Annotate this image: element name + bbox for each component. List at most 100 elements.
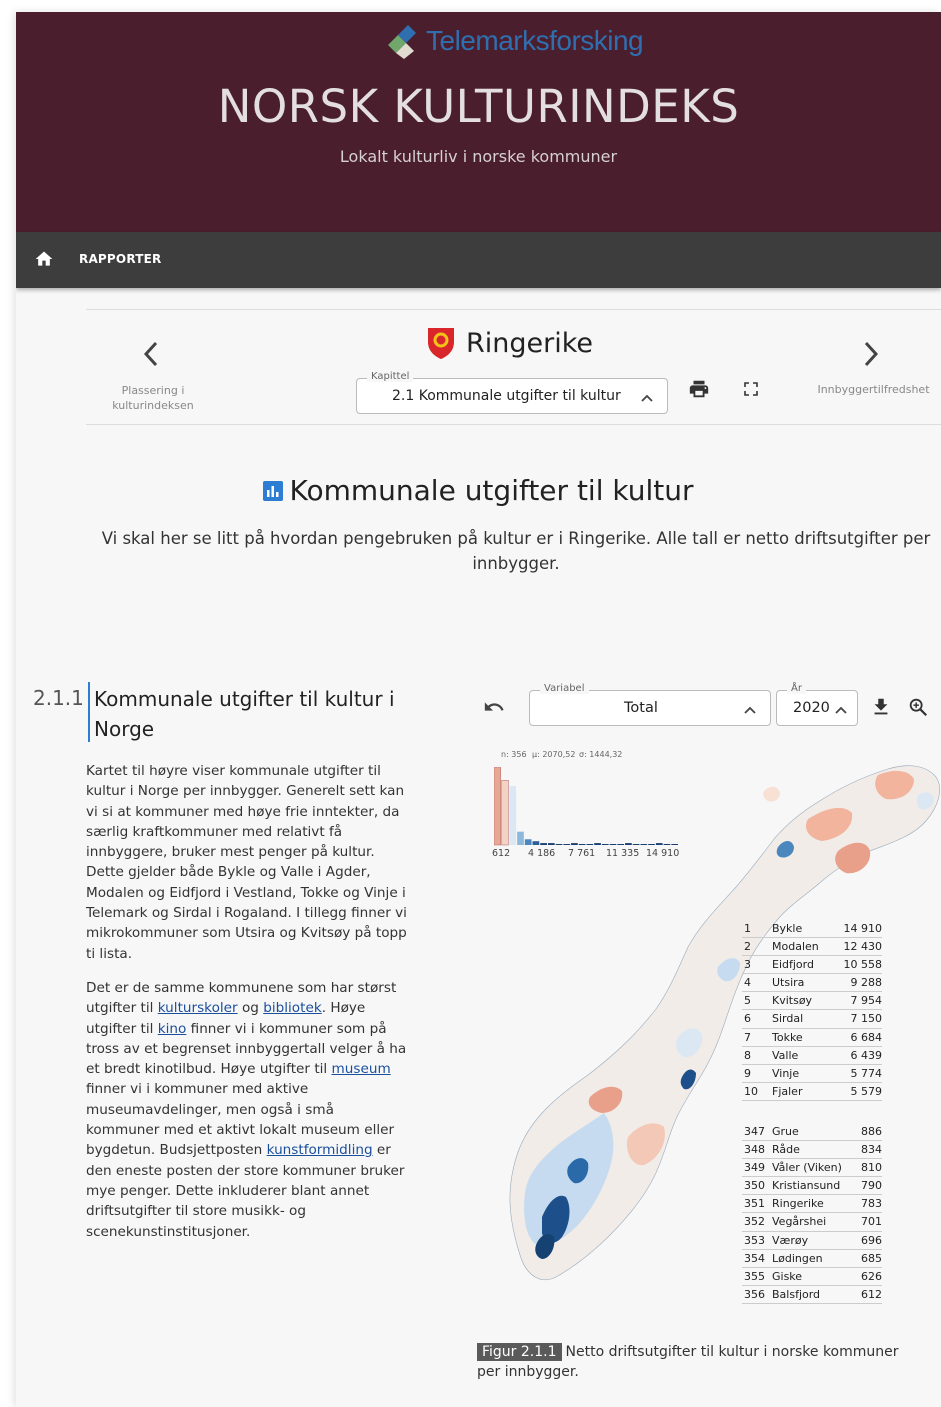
rank-row: 8 Valle 6 439 xyxy=(742,1047,882,1065)
rank-rank: 6 xyxy=(744,1012,751,1026)
rank-row: 356 Balsfjord 612 xyxy=(742,1286,882,1304)
rank-value: 12 430 xyxy=(843,940,883,954)
rank-value: 612 xyxy=(861,1287,882,1301)
chapter-intro: Vi skal her se litt på hvordan pengebruk… xyxy=(101,529,931,573)
kulturskoler-link[interactable]: kulturskoler xyxy=(158,1000,238,1016)
bottom10-ranking-table: 347 Grue 886 348 Råde 834 349 Våler (Viken) 810 3… xyxy=(742,1123,882,1304)
rank-name: Fjaler xyxy=(772,1084,803,1098)
rank-rank: 8 xyxy=(744,1048,751,1062)
rank-name: Ringerike xyxy=(772,1197,824,1211)
home-icon[interactable] xyxy=(34,249,54,269)
telemarksforsking-logo[interactable]: Telemarksforsking xyxy=(384,22,644,60)
rank-row: 6 Sirdal 7 150 xyxy=(742,1010,882,1029)
chevron-up-icon xyxy=(641,394,653,402)
kunstformidling-link[interactable]: kunstformidling xyxy=(267,1142,373,1158)
rank-value: 783 xyxy=(861,1197,882,1211)
site-banner: Telemarksforsking NORSK KULTURINDEKS Lok… xyxy=(16,12,941,232)
rank-row: 10 Fjaler 5 579 xyxy=(742,1083,882,1101)
rank-name: Giske xyxy=(772,1269,803,1283)
rank-value: 810 xyxy=(861,1161,882,1175)
rank-value: 7 954 xyxy=(850,994,883,1008)
rank-row: 347 Grue 886 xyxy=(742,1123,882,1142)
rank-name: Kristiansund xyxy=(772,1179,841,1193)
rank-name: Utsira xyxy=(772,976,805,990)
chevron-right-icon[interactable] xyxy=(861,340,881,368)
rank-name: Råde xyxy=(772,1143,800,1157)
rank-rank: 351 xyxy=(744,1197,765,1211)
rank-value: 6 684 xyxy=(850,1030,883,1044)
rank-row: 5 Kvitsøy 7 954 xyxy=(742,992,883,1011)
rank-value: 5 774 xyxy=(850,1066,883,1080)
rank-rank: 349 xyxy=(744,1161,765,1175)
next-chapter-link[interactable]: Innbyggertilfredshet xyxy=(811,383,936,396)
rank-value: 696 xyxy=(861,1233,882,1247)
rank-value: 9 288 xyxy=(850,976,883,990)
rank-row: 351 Ringerike 783 xyxy=(742,1195,882,1214)
fullscreen-icon[interactable] xyxy=(741,379,761,399)
chapter-select[interactable]: Kapittel 2.1 Kommunale utgifter til kult… xyxy=(356,371,668,414)
figure-caption: Figur 2.1.1 Netto driftsutgifter til kult… xyxy=(477,1342,922,1382)
rank-name: Valle xyxy=(772,1048,799,1062)
rank-name: Tokke xyxy=(772,1030,803,1044)
rank-value: 701 xyxy=(861,1215,882,1229)
variable-select-label: Variabel xyxy=(540,683,589,694)
rank-rank: 352 xyxy=(744,1215,765,1229)
section-paragraph-2: Det er de samme kommunene som har størst… xyxy=(86,980,407,1240)
chapter-select-label: Kapittel xyxy=(367,371,414,382)
coat-of-arms-icon xyxy=(428,328,454,359)
year-select[interactable]: År 2020 xyxy=(776,683,858,726)
rank-row: 9 Vinje 5 774 xyxy=(742,1065,882,1083)
figure-label: Figur 2.1.1 xyxy=(477,1343,562,1361)
zoom-in-icon[interactable] xyxy=(907,696,929,718)
logo-text: Telemarksforsking xyxy=(426,25,644,56)
rank-row: 352 Vegårshei 701 xyxy=(742,1213,882,1232)
rank-value: 685 xyxy=(861,1251,882,1265)
rank-value: 14 910 xyxy=(843,922,883,935)
rank-row: 354 Lødingen 685 xyxy=(742,1250,882,1268)
section-number: 2.1.1 xyxy=(33,686,84,710)
rank-name: Modalen xyxy=(772,940,819,954)
variable-select[interactable]: Variabel Total xyxy=(529,683,771,726)
top-navbar: RAPPORTER xyxy=(16,232,941,288)
section-accent-bar xyxy=(88,682,90,742)
chevron-up-icon xyxy=(835,706,847,714)
rank-name: Bykle xyxy=(772,922,803,935)
rank-row: 3 Eidfjord 10 558 xyxy=(742,956,883,975)
top10-ranking-table: 1 Bykle 14 910 2 Modalen 12 430 3 Eidfjord 10 55… xyxy=(742,920,882,1101)
year-select-label: År xyxy=(787,683,806,694)
rank-rank: 354 xyxy=(744,1251,765,1265)
rank-rank: 9 xyxy=(744,1066,751,1080)
rank-rank: 10 xyxy=(744,1084,758,1098)
rank-value: 886 xyxy=(861,1125,882,1138)
rank-value: 10 558 xyxy=(843,958,883,972)
rank-rank: 3 xyxy=(744,958,751,972)
page: Telemarksforsking NORSK KULTURINDEKS Lok… xyxy=(16,12,941,1407)
site-subtitle: Lokalt kulturliv i norske kommuner xyxy=(339,147,618,166)
rank-row: 348 Råde 834 xyxy=(742,1141,882,1160)
museum-link[interactable]: museum xyxy=(332,1061,391,1077)
rank-row: 4 Utsira 9 288 xyxy=(742,974,883,993)
rank-rank: 355 xyxy=(744,1269,765,1283)
rank-value: 834 xyxy=(861,1143,882,1157)
chevron-left-icon[interactable] xyxy=(141,340,161,368)
rank-row: 355 Giske 626 xyxy=(742,1268,882,1286)
logo-mark-icon xyxy=(388,25,416,59)
rank-rank: 350 xyxy=(744,1179,765,1193)
rank-row: 1 Bykle 14 910 xyxy=(742,920,883,939)
nav-reports-link[interactable]: RAPPORTER xyxy=(79,252,161,266)
prev-chapter-link[interactable]: Plassering i kulturindeksen xyxy=(98,383,208,413)
undo-icon[interactable] xyxy=(483,696,505,718)
download-icon[interactable] xyxy=(870,696,892,718)
bibliotek-link[interactable]: bibliotek xyxy=(263,1000,321,1016)
site-title: NORSK KULTURINDEKS xyxy=(217,80,740,133)
kino-link[interactable]: kino xyxy=(158,1021,187,1037)
rank-name: Grue xyxy=(772,1125,799,1138)
rank-row: 349 Våler (Viken) 810 xyxy=(742,1159,882,1178)
rank-row: 7 Tokke 6 684 xyxy=(742,1029,882,1047)
print-icon[interactable] xyxy=(688,378,710,400)
section-paragraph-1: Kartet til høyre viser kommunale utgifte… xyxy=(86,763,407,962)
bar-chart-icon xyxy=(263,480,284,501)
rank-name: Vegårshei xyxy=(772,1215,827,1229)
rank-rank: 4 xyxy=(744,976,751,990)
rank-rank: 347 xyxy=(744,1125,765,1138)
